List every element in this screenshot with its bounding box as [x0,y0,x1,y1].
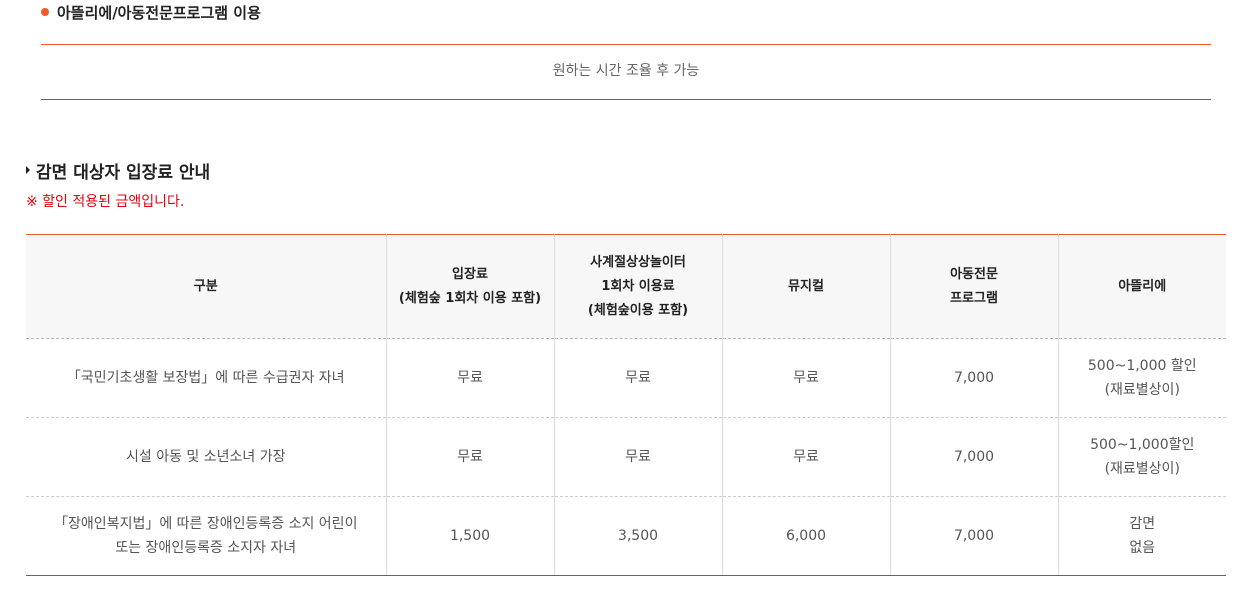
program-usage-section: 아뜰리에/아동전문프로그램 이용 원하는 시간 조율 후 가능 [41,0,1211,100]
header-atelier: 아뜰리에 [1057,234,1226,339]
table-header-row: 구분 입장료 (체험숲 1회차 이용 포함) 사계절상상놀이터 1회차 이용료 … [26,234,1226,339]
discount-fee-table: 구분 입장료 (체험숲 1회차 이용 포함) 사계절상상놀이터 1회차 이용료 … [26,234,1226,576]
row-category: 시설 아동 및 소년소녀 가장 [26,417,386,497]
header-kids-program: 아동전문 프로그램 [889,234,1058,339]
header-musical: 뮤지컬 [721,234,890,339]
row-category: 「장애인복지법」에 따른 장애인등록증 소지 어린이 또는 장애인등록증 소지자… [26,496,386,576]
cell-kids-program: 7,000 [889,417,1058,497]
cell-admission: 무료 [385,417,554,497]
cell-musical: 무료 [721,417,890,497]
discount-note: ※ 할인 적용된 금액입니다. [26,194,185,210]
header-playground: 사계절상상놀이터 1회차 이용료 (체험숲이용 포함) [553,234,722,339]
header-admission: 입장료 (체험숲 1회차 이용 포함) [385,234,554,339]
cell-kids-program: 7,000 [889,496,1058,576]
table-row: 「국민기초생활 보장법」에 따른 수급권자 자녀 무료 무료 무료 7,000 … [26,338,1226,418]
program-usage-title: 아뜰리에/아동전문프로그램 이용 [57,3,261,22]
cell-musical: 6,000 [721,496,890,576]
cell-atelier: 500~1,000 할인 (재료별상이) [1057,338,1226,418]
cell-playground: 3,500 [553,496,722,576]
discount-heading: 감면 대상자 입장료 안내 [26,158,211,183]
cell-atelier: 감면 없음 [1057,496,1226,576]
cell-kids-program: 7,000 [889,338,1058,418]
bullet-dot-icon [41,8,49,16]
cell-playground: 무료 [553,417,722,497]
triangle-bullet-icon [26,166,30,174]
cell-admission: 1,500 [385,496,554,576]
row-category: 「국민기초생활 보장법」에 따른 수급권자 자녀 [26,338,386,418]
table-row: 시설 아동 및 소년소녀 가장 무료 무료 무료 7,000 500~1,000… [26,417,1226,497]
discount-title: 감면 대상자 입장료 안내 [36,162,211,183]
header-category: 구분 [26,234,386,339]
program-usage-text: 원하는 시간 조율 후 가능 [552,63,700,79]
table-row: 「장애인복지법」에 따른 장애인등록증 소지 어린이 또는 장애인등록증 소지자… [26,496,1226,576]
cell-musical: 무료 [721,338,890,418]
cell-playground: 무료 [553,338,722,418]
cell-atelier: 500~1,000할인 (재료별상이) [1057,417,1226,497]
cell-admission: 무료 [385,338,554,418]
divider-bottom [41,99,1211,100]
program-usage-heading: 아뜰리에/아동전문프로그램 이용 [41,0,1211,24]
